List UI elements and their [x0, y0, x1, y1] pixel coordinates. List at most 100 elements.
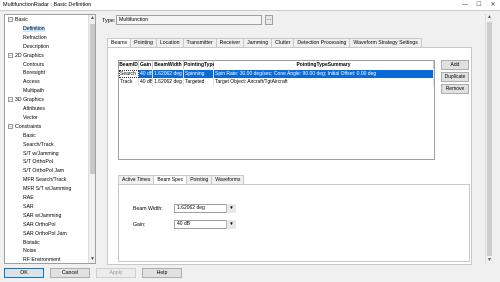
tree-item[interactable]: Boresight — [5, 69, 89, 77]
tree-item[interactable]: Bistatic — [5, 239, 89, 247]
table-row[interactable]: Search 40 dB 1.62062 deg Spinning Spin Rate:… — [119, 70, 434, 78]
tree-item[interactable]: Description — [5, 43, 89, 51]
tab-waveform-strategy-settings[interactable]: Waveform Strategy Settings — [349, 38, 422, 47]
tree-item[interactable]: SAR — [5, 203, 89, 211]
duplicate-button[interactable]: Duplicate — [441, 72, 469, 82]
tree-item[interactable]: Search/Track — [5, 141, 89, 149]
remove-button[interactable]: Remove — [441, 84, 469, 94]
scroll-up-icon[interactable]: ▲ — [89, 15, 95, 22]
beam-detail-tabs: Active Times Beam Spec Pointing Waveforms — [118, 175, 245, 185]
tab-pointing[interactable]: Pointing — [130, 38, 157, 47]
tree-item[interactable]: Multipath — [5, 87, 89, 95]
tree-item-label: SAR OrthoPol — [23, 221, 56, 228]
page-tree[interactable]: ▲ ▼ − Basic Definition Refraction Descriptio… — [4, 14, 96, 264]
tree-item[interactable]: − Basic — [5, 16, 89, 24]
help-button[interactable]: Help — [142, 268, 182, 278]
collapse-icon[interactable]: − — [8, 17, 13, 23]
tab-detection-processing[interactable]: Detection Processing — [293, 38, 351, 47]
tree-item-label: Basic — [23, 132, 36, 139]
panel-scrollbar[interactable]: ▲ ▼ — [485, 14, 492, 264]
minimize-button[interactable]: — — [460, 1, 470, 9]
tree-item-label: Multipath — [23, 88, 45, 95]
apply-button[interactable]: Apply — [96, 268, 136, 278]
tree-item[interactable]: −2D Graphics — [5, 52, 89, 60]
tree-item-label: Basic — [15, 17, 28, 23]
scroll-down-icon[interactable]: ▼ — [89, 256, 95, 263]
subtab-active-times[interactable]: Active Times — [118, 175, 155, 184]
gain-units-icon[interactable]: ▼ — [226, 220, 236, 229]
tree-item-label: Search/Track — [23, 141, 54, 148]
tree-item[interactable]: −3D Graphics — [5, 96, 89, 104]
type-browse-button[interactable]: ... — [265, 15, 273, 25]
tree-item-label: Description — [23, 43, 49, 50]
scroll-up-icon[interactable]: ▲ — [486, 14, 493, 21]
tree-item[interactable]: SAR w/Jamming — [5, 212, 89, 220]
table-row[interactable]: Track 40 dB 1.62062 deg Targeted Target Obje… — [119, 78, 434, 86]
window-controls: — ☐ ✕ — [460, 1, 498, 9]
tree-item[interactable]: Definition — [5, 25, 89, 33]
title-bar: MultifunctionRadar : Basic Definition — … — [0, 0, 500, 11]
tree-item[interactable]: Noise — [5, 247, 89, 255]
tab-receiver[interactable]: Receiver — [215, 38, 245, 47]
panel-scroll-thumb[interactable] — [487, 22, 492, 256]
column-header[interactable]: PointingType — [184, 61, 215, 69]
tree-item[interactable]: Basic — [5, 132, 89, 140]
tab-clutter[interactable]: Clutter — [271, 38, 295, 47]
main-tabs: Beams Pointing Location Transmitter Receiver… — [107, 38, 422, 48]
tree-item-label: Attributes — [23, 106, 45, 112]
table-cell: Spinning — [184, 70, 214, 78]
tree-item[interactable]: RAE — [5, 194, 89, 202]
add-button[interactable]: Add — [441, 60, 469, 70]
tree-item-label: SAR w/Jamming — [23, 212, 62, 219]
collapse-icon[interactable]: − — [8, 52, 13, 58]
tree-item-label: Definition — [23, 25, 45, 32]
scroll-down-icon[interactable]: ▼ — [486, 257, 493, 264]
subtab-pointing[interactable]: Pointing — [186, 175, 213, 184]
tree-item-label: Vector — [23, 114, 38, 121]
window-title: MultifunctionRadar : Basic Definition — [3, 2, 92, 8]
close-button[interactable]: ✕ — [488, 1, 498, 9]
tree-item[interactable]: SAR OrthoPol Jam — [5, 230, 89, 238]
beams-grid[interactable]: BeamID Gain BeamWidth PointingType PointingT… — [118, 60, 435, 160]
subtab-waveforms[interactable]: Waveforms — [211, 175, 245, 184]
tree-scroll-thumb[interactable] — [90, 24, 95, 174]
tree-item[interactable]: Contours — [5, 61, 89, 69]
type-label: Type: — [102, 18, 116, 24]
tree-item-label: Constraints — [15, 123, 42, 130]
tree-item[interactable]: S/T w/Jamming — [5, 150, 89, 158]
tree-item[interactable]: Refraction — [5, 34, 89, 42]
tree-item-label: MFR Search/Track — [23, 177, 67, 184]
table-cell: Spin Rate: 30.00 deg/sec; Cone Angle: 90… — [214, 70, 434, 78]
tree-item[interactable]: − Constraints — [5, 123, 89, 131]
cancel-button[interactable]: Cancel — [50, 268, 90, 278]
tree-item[interactable]: SAR OrthoPol — [5, 221, 89, 229]
maximize-button[interactable]: ☐ — [474, 1, 484, 9]
tab-jamming[interactable]: Jamming — [243, 38, 273, 47]
column-header[interactable]: Gain — [139, 61, 153, 69]
tab-location[interactable]: Location — [155, 38, 184, 47]
tab-transmitter[interactable]: Transmitter — [182, 38, 217, 47]
beam-width-units-icon[interactable]: ▼ — [226, 204, 236, 213]
table-cell: Target Object: Aircraft/TgtAircraft — [214, 78, 434, 86]
tree-item-label: S/T OrthoPol — [23, 159, 53, 166]
tree-item[interactable]: RF Environment — [5, 256, 89, 263]
grid-header: BeamID Gain BeamWidth PointingType PointingT… — [119, 61, 434, 69]
column-header[interactable]: PointingTypeSummary — [214, 61, 434, 69]
type-field[interactable]: Multifunction — [116, 15, 262, 25]
tree-item-label: Boresight — [23, 70, 45, 77]
ok-button[interactable]: OK — [4, 268, 44, 278]
collapse-icon[interactable]: − — [8, 97, 13, 103]
tree-item-label: Access — [23, 79, 40, 86]
tree-item[interactable]: MFR Search/Track — [5, 176, 89, 184]
tree-item[interactable]: S/T OrthoPol — [5, 158, 89, 166]
tree-item[interactable]: MFR S/T w/Jamming — [5, 185, 89, 193]
tree-scrollbar[interactable]: ▲ ▼ — [88, 15, 95, 263]
tree-item[interactable]: Attributes — [5, 105, 89, 113]
column-header[interactable]: BeamID — [119, 61, 139, 69]
tree-item-label: Noise — [23, 248, 37, 255]
column-header[interactable]: BeamWidth — [153, 61, 184, 69]
tree-item[interactable]: Access — [5, 78, 89, 86]
tree-item[interactable]: Vector — [5, 114, 89, 122]
tree-item[interactable]: S/T OrthoPol Jam — [5, 167, 89, 175]
collapse-icon[interactable]: − — [8, 123, 13, 129]
